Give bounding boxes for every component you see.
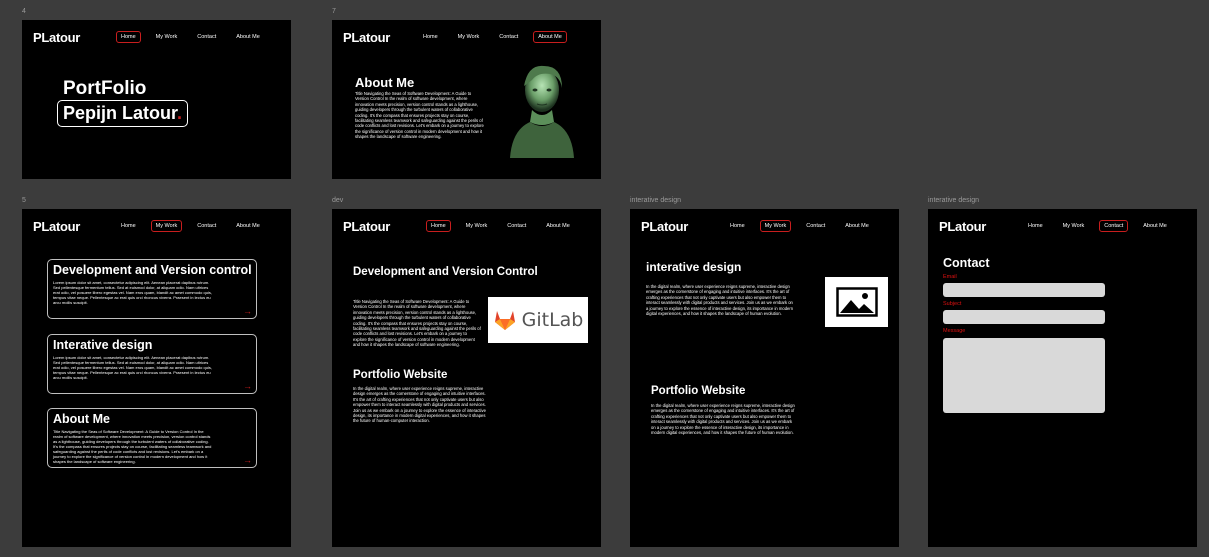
about-title: About Me bbox=[355, 75, 415, 90]
nav-my-work[interactable]: My Work bbox=[1058, 220, 1090, 232]
subject-field[interactable] bbox=[943, 310, 1105, 324]
portfolio-title: Portfolio Website bbox=[651, 385, 746, 397]
contact-title: Contact bbox=[943, 256, 990, 270]
subject-label: Subject bbox=[943, 301, 962, 307]
nav-my-work[interactable]: My Work bbox=[759, 220, 792, 232]
email-field[interactable] bbox=[943, 283, 1105, 297]
card-title: About Me bbox=[53, 412, 110, 426]
board-my-work: 5 PLatour Home My Work Contact About Me … bbox=[22, 197, 291, 547]
work-card-about[interactable]: About Me Title Navigating the Seas of So… bbox=[47, 408, 257, 468]
dev-title: Development and Version Control bbox=[353, 266, 538, 278]
nav-about[interactable]: About Me bbox=[541, 220, 575, 232]
hero-name-dot: . bbox=[177, 103, 183, 123]
nav-bar: Home My Work Contact About Me bbox=[1023, 220, 1182, 232]
frame: PLatour Home My Work Contact About Me De… bbox=[332, 209, 601, 547]
portfolio-text: In the digital realm, where user experie… bbox=[651, 403, 795, 436]
board-home: 4 PLatour Home My Work Contact About Me … bbox=[22, 8, 291, 179]
nav-my-work[interactable]: My Work bbox=[461, 220, 493, 232]
arrow-right-icon[interactable]: → bbox=[243, 381, 252, 391]
message-label: Message bbox=[943, 328, 966, 334]
logo[interactable]: PLatour bbox=[343, 30, 390, 45]
board-label: interative design bbox=[928, 197, 979, 204]
logo[interactable]: PLatour bbox=[343, 219, 390, 234]
nav-bar: Home My Work Contact About Me bbox=[426, 220, 585, 232]
nav-contact[interactable]: Contact bbox=[1099, 220, 1129, 232]
frame: PLatour Home My Work Contact About Me Ab… bbox=[332, 20, 601, 179]
nav-contact[interactable]: Contact bbox=[192, 31, 221, 43]
nav-bar: Home My Work Contact About Me bbox=[116, 31, 275, 43]
gitlab-wordmark: GitLab bbox=[521, 309, 584, 331]
card-text: Title Navigating the Seas of Software De… bbox=[53, 429, 212, 464]
board-label: 5 bbox=[22, 197, 26, 204]
arrow-right-icon[interactable]: → bbox=[243, 306, 252, 316]
nav-contact[interactable]: Contact bbox=[494, 31, 523, 43]
nav-about[interactable]: About Me bbox=[533, 31, 567, 43]
logo[interactable]: PLatour bbox=[33, 30, 80, 45]
message-field[interactable] bbox=[943, 338, 1105, 413]
frame: PLatour Home My Work Contact About Me Po… bbox=[22, 20, 291, 179]
nav-about[interactable]: About Me bbox=[1138, 220, 1172, 232]
board-about: 7 PLatour Home My Work Contact About Me … bbox=[332, 8, 601, 179]
card-text: Lorem ipsum dolor sit amet, consectetur … bbox=[53, 280, 212, 305]
hero-name: Pepijn Latour bbox=[63, 103, 178, 123]
board-dev: dev PLatour Home My Work Contact About M… bbox=[332, 197, 601, 547]
interactive-title: interative design bbox=[646, 260, 742, 274]
card-title: Development and Version control bbox=[53, 263, 252, 277]
nav-my-work[interactable]: My Work bbox=[453, 31, 485, 43]
portfolio-title: Portfolio Website bbox=[353, 369, 448, 381]
board-interactive-design: interative design PLatour Home My Work C… bbox=[630, 197, 899, 547]
nav-bar: Home My Work Contact About Me bbox=[725, 220, 884, 232]
nav-about[interactable]: About Me bbox=[231, 220, 265, 232]
logo[interactable]: PLatour bbox=[641, 219, 688, 234]
nav-home[interactable]: Home bbox=[116, 31, 141, 43]
email-label: Email bbox=[943, 274, 957, 280]
nav-bar: Home My Work Contact About Me bbox=[116, 220, 275, 232]
card-title: Interative design bbox=[53, 338, 153, 352]
frame: PLatour Home My Work Contact About Me De… bbox=[22, 209, 291, 547]
portfolio-text: In the digital realm, where user experie… bbox=[353, 386, 486, 424]
logo[interactable]: PLatour bbox=[939, 219, 986, 234]
nav-contact[interactable]: Contact bbox=[502, 220, 531, 232]
board-label: 4 bbox=[22, 8, 26, 15]
nav-home[interactable]: Home bbox=[1023, 220, 1048, 232]
image-placeholder-icon bbox=[835, 287, 878, 317]
nav-home[interactable]: Home bbox=[116, 220, 141, 232]
nav-contact[interactable]: Contact bbox=[192, 220, 221, 232]
nav-home[interactable]: Home bbox=[725, 220, 750, 232]
board-contact: interative design PLatour Home My Work C… bbox=[928, 197, 1197, 547]
logo[interactable]: PLatour bbox=[33, 219, 80, 234]
board-label: interative design bbox=[630, 197, 681, 204]
card-text: Lorem ipsum dolor sit amet, consectetur … bbox=[53, 355, 212, 380]
about-text: Title Navigating the Seas of Software De… bbox=[355, 91, 484, 140]
nav-home[interactable]: Home bbox=[426, 220, 451, 232]
gitlab-logo-image: GitLab bbox=[488, 297, 588, 343]
nav-about[interactable]: About Me bbox=[840, 220, 874, 232]
nav-about[interactable]: About Me bbox=[231, 31, 265, 43]
board-label: dev bbox=[332, 197, 344, 204]
dev-text: Title Navigating the Seas of Software De… bbox=[353, 299, 481, 348]
interactive-text: In the digital realm, where user experie… bbox=[646, 284, 794, 317]
nav-contact[interactable]: Contact bbox=[801, 220, 830, 232]
hero-title: PortFolio bbox=[63, 78, 147, 99]
image-placeholder bbox=[825, 277, 888, 327]
frame: PLatour Home My Work Contact About Me Co… bbox=[928, 209, 1197, 547]
gitlab-logo-icon bbox=[494, 311, 515, 330]
work-card-development[interactable]: Development and Version control Lorem ip… bbox=[47, 259, 257, 319]
frame: PLatour Home My Work Contact About Me in… bbox=[630, 209, 899, 547]
nav-my-work[interactable]: My Work bbox=[151, 31, 183, 43]
board-label: 7 bbox=[332, 8, 336, 15]
nav-home[interactable]: Home bbox=[418, 31, 443, 43]
nav-my-work[interactable]: My Work bbox=[150, 220, 183, 232]
hero-name-box: Pepijn Latour. bbox=[57, 100, 189, 127]
work-card-interactive[interactable]: Interative design Lorem ipsum dolor sit … bbox=[47, 334, 257, 394]
portrait-image bbox=[510, 65, 574, 158]
arrow-right-icon[interactable]: → bbox=[243, 455, 252, 465]
nav-bar: Home My Work Contact About Me bbox=[418, 31, 577, 43]
